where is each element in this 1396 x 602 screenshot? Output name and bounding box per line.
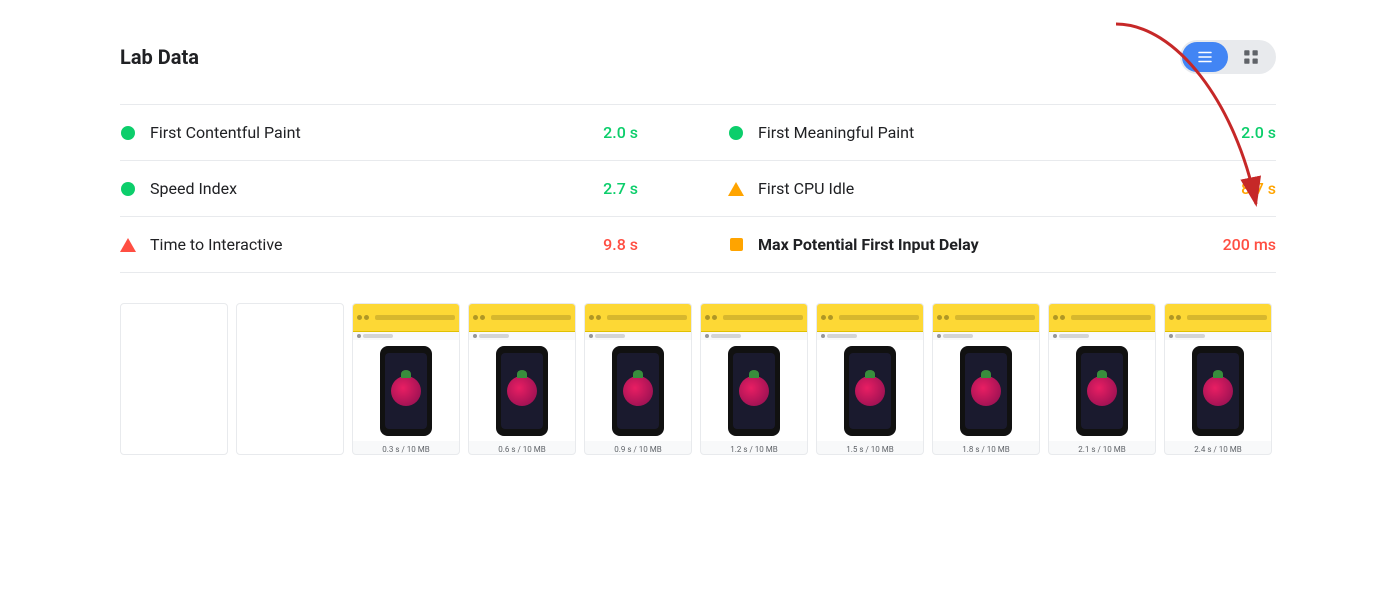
- metric-value-fcp: 2.0 s: [603, 123, 638, 142]
- metrics-grid: First Contentful Paint 2.0 s Speed Index…: [120, 104, 1276, 273]
- metric-row: Max Potential First Input Delay 200 ms: [698, 217, 1276, 273]
- film-caption: 0.3 s / 10 MB: [353, 445, 459, 454]
- metric-icon-fcp: [120, 125, 136, 141]
- red-triangle-icon: [120, 238, 136, 252]
- metric-value-fmp: 2.0 s: [1241, 123, 1276, 142]
- film-caption: 0.9 s / 10 MB: [585, 445, 691, 454]
- film-frame: 2.1 s / 10 MB: [1048, 303, 1156, 455]
- film-frame: [236, 303, 344, 455]
- list-icon: [1196, 48, 1214, 66]
- metric-value-mpfid: 200 ms: [1223, 235, 1276, 254]
- orange-triangle-icon: [728, 182, 744, 196]
- green-circle-icon: [121, 126, 135, 140]
- metric-row: Time to Interactive 9.8 s: [120, 217, 698, 273]
- metric-icon-tti: [120, 237, 136, 253]
- grid-view-button[interactable]: [1228, 42, 1274, 72]
- metric-name-tti: Time to Interactive: [150, 235, 603, 254]
- grid-icon: [1242, 48, 1260, 66]
- film-frame: 1.2 s / 10 MB: [700, 303, 808, 455]
- green-circle-icon: [729, 126, 743, 140]
- header-row: Lab Data: [120, 40, 1276, 74]
- film-caption: 2.4 s / 10 MB: [1165, 445, 1271, 454]
- film-frame: [120, 303, 228, 455]
- list-view-button[interactable]: [1182, 42, 1228, 72]
- metric-icon-fci: [728, 181, 744, 197]
- metric-name-fci: First CPU Idle: [758, 179, 1241, 198]
- film-caption: 0.6 s / 10 MB: [469, 445, 575, 454]
- green-circle-icon: [121, 182, 135, 196]
- metric-value-tti: 9.8 s: [603, 235, 638, 254]
- metric-name-si: Speed Index: [150, 179, 603, 198]
- film-frame: 0.6 s / 10 MB: [468, 303, 576, 455]
- metric-row: First Contentful Paint 2.0 s: [120, 105, 698, 161]
- film-caption: 1.5 s / 10 MB: [817, 445, 923, 454]
- metric-value-si: 2.7 s: [603, 179, 638, 198]
- page-title: Lab Data: [120, 45, 199, 69]
- metric-icon-fmp: [728, 125, 744, 141]
- film-frame: 2.4 s / 10 MB: [1164, 303, 1272, 455]
- metric-name-mpfid: Max Potential First Input Delay: [758, 235, 1223, 254]
- metric-value-fci: 8.7 s: [1241, 179, 1276, 198]
- view-toggle-group: [1180, 40, 1276, 74]
- metric-icon-mpfid: [728, 237, 744, 253]
- left-metrics-column: First Contentful Paint 2.0 s Speed Index…: [120, 105, 698, 273]
- film-frame: 1.8 s / 10 MB: [932, 303, 1040, 455]
- orange-square-icon: [730, 238, 743, 251]
- film-caption: 1.8 s / 10 MB: [933, 445, 1039, 454]
- film-frame: 1.5 s / 10 MB: [816, 303, 924, 455]
- film-frame: 0.9 s / 10 MB: [584, 303, 692, 455]
- filmstrip: 0.3 s / 10 MB 0.6 s / 10 MB: [120, 303, 1276, 455]
- metric-row: First Meaningful Paint 2.0 s: [698, 105, 1276, 161]
- film-caption: 2.1 s / 10 MB: [1049, 445, 1155, 454]
- metric-icon-si: [120, 181, 136, 197]
- film-frame: 0.3 s / 10 MB: [352, 303, 460, 455]
- film-caption: 1.2 s / 10 MB: [701, 445, 807, 454]
- metric-name-fmp: First Meaningful Paint: [758, 123, 1241, 142]
- metric-row: Speed Index 2.7 s: [120, 161, 698, 217]
- metric-name-fcp: First Contentful Paint: [150, 123, 603, 142]
- right-metrics-column: First Meaningful Paint 2.0 s First CPU I…: [698, 105, 1276, 273]
- metric-row: First CPU Idle 8.7 s: [698, 161, 1276, 217]
